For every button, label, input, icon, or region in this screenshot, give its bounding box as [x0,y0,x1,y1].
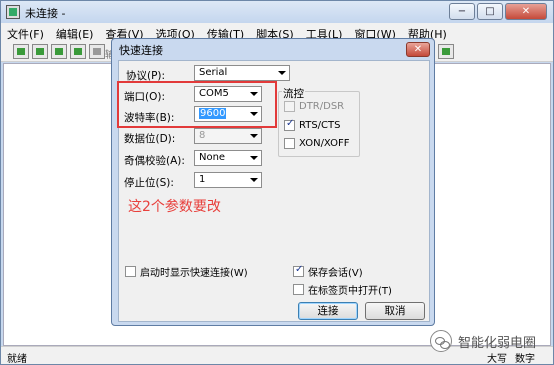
chevron-down-icon [250,134,258,138]
chevron-down-icon [250,178,258,182]
dialog-close-button[interactable]: ✕ [406,42,430,57]
protocol-value: Serial [199,67,228,78]
close-button[interactable]: ✕ [505,3,547,20]
dtr-checkbox[interactable]: DTR/DSR [284,101,344,112]
flow-control-title: 流控 [282,86,305,101]
checkbox-box [284,101,295,112]
chevron-down-icon [278,71,286,75]
parity-label: 奇偶校验(A): [124,155,185,167]
reconnect-tool-icon[interactable] [70,44,86,59]
annotation-text: 这2个参数要改 [128,199,221,215]
connect-tab-tool-icon[interactable] [51,44,67,59]
session-options-tool-icon[interactable] [438,44,454,59]
connect-button[interactable]: 连接 [298,302,358,320]
maximize-button[interactable]: □ [477,3,503,20]
dialog-title: 快速连接 [119,44,163,57]
quick-connect-tool-icon[interactable] [32,44,48,59]
open-in-tab-label: 在标签页中打开(T) [308,286,392,297]
parity-select[interactable]: None [194,150,262,166]
disconnect-tool-icon[interactable] [89,44,105,59]
wechat-icon [430,330,452,352]
rts-checkbox[interactable]: RTS/CTS [284,118,341,131]
rts-label: RTS/CTS [299,120,341,131]
checkbox-box [293,284,304,295]
databits-value: 8 [199,130,206,141]
watermark-text: 智能化弱电圈 [458,335,537,351]
stopbits-select[interactable]: 1 [194,172,262,188]
save-session-checkbox[interactable]: 保存会话(V) [293,264,363,279]
stopbits-label: 停止位(S): [124,177,174,189]
checkbox-box [284,138,295,149]
watermark: 智能化弱电圈 [430,330,536,352]
dtr-label: DTR/DSR [299,101,345,112]
status-text: 就绪 [7,354,27,365]
protocol-select[interactable]: Serial [194,65,290,81]
checkbox-box [125,266,136,277]
cancel-button[interactable]: 取消 [365,302,425,320]
status-num: 数字 [515,354,535,365]
menu-edit[interactable]: 编辑(E) [50,23,100,42]
chevron-down-icon [250,156,258,160]
databits-label: 数据位(D): [124,133,176,145]
databits-select[interactable]: 8 [194,128,262,144]
window-title: 未连接 - [25,7,66,20]
show-on-start-label: 启动时显示快速连接(W) [140,268,248,279]
show-on-start-checkbox[interactable]: 启动时显示快速连接(W) [125,264,248,279]
save-session-label: 保存会话(V) [308,268,363,279]
xon-checkbox[interactable]: XON/XOFF [284,138,350,149]
app-icon [6,5,20,19]
checkbox-checked-icon [293,264,304,277]
minimize-button[interactable]: − [449,3,475,20]
stopbits-value: 1 [199,174,206,185]
open-in-tab-checkbox[interactable]: 在标签页中打开(T) [293,282,392,297]
menu-file[interactable]: 文件(F) [1,23,50,42]
checkbox-checked-icon [284,118,295,131]
xon-label: XON/XOFF [299,138,350,149]
parity-value: None [199,152,226,163]
title-bar: 未连接 - − □ ✕ [1,1,553,23]
highlight-box [117,81,277,128]
status-caps: 大写 [487,354,507,365]
connect-tool-icon[interactable] [13,44,29,59]
